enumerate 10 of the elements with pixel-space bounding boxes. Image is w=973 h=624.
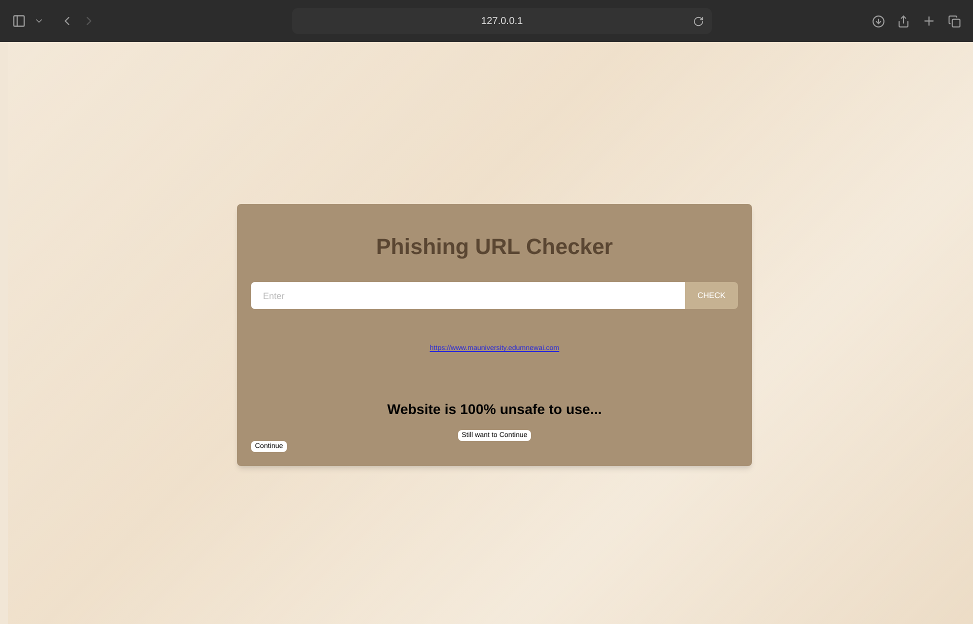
share-icon[interactable]: [897, 14, 910, 28]
new-tab-icon[interactable]: [922, 14, 936, 28]
download-icon[interactable]: [872, 14, 885, 28]
address-bar[interactable]: 127.0.0.1: [292, 8, 712, 34]
url-input[interactable]: Enter: [251, 282, 685, 309]
reload-icon[interactable]: [693, 16, 704, 26]
sidebar-icon[interactable]: [12, 14, 26, 28]
card-title: Phishing URL Checker: [375, 233, 614, 261]
result-message: Website is 100% unsafe to use...: [386, 400, 603, 418]
tabs-icon[interactable]: [948, 14, 961, 28]
